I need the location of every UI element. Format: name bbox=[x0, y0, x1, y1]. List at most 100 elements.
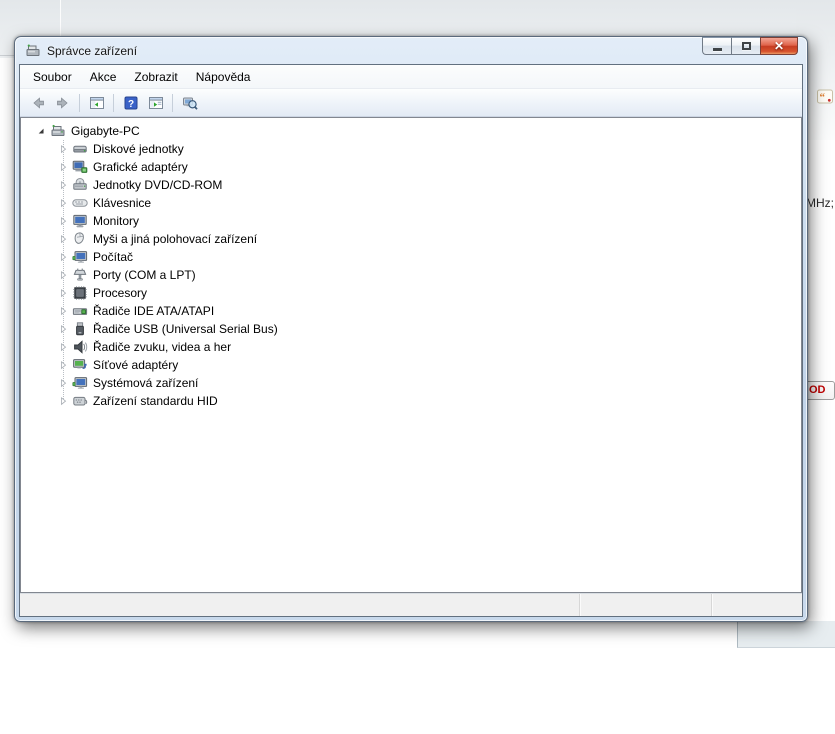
mouse-icon bbox=[72, 231, 88, 247]
status-segment bbox=[711, 594, 802, 616]
expander-collapsed-icon[interactable] bbox=[57, 143, 70, 156]
tree-item-porty-com-a-lpt[interactable]: Porty (COM a LPT) bbox=[21, 266, 801, 284]
scan-hardware-changes-button[interactable] bbox=[177, 91, 202, 114]
sound-controller-icon bbox=[72, 339, 88, 355]
minimize-icon bbox=[712, 47, 722, 51]
tree-item-label: Procesory bbox=[93, 286, 148, 300]
menu-item-soubor[interactable]: Soubor bbox=[24, 66, 81, 88]
svg-text:“: “ bbox=[820, 92, 826, 104]
quote-icon[interactable]: “ bbox=[817, 89, 835, 107]
forward-arrow-icon bbox=[55, 95, 71, 111]
tree-item-label: Zařízení standardu HID bbox=[93, 394, 218, 408]
menu-item-akce[interactable]: Akce bbox=[81, 66, 126, 88]
expander-collapsed-icon[interactable] bbox=[57, 215, 70, 228]
tree-item-radice-zvuku-videa-a-her[interactable]: Řadiče zvuku, videa a her bbox=[21, 338, 801, 356]
background-divider-horizontal bbox=[0, 55, 14, 56]
dvd-drive-icon bbox=[72, 177, 88, 193]
toolbar-separator bbox=[172, 93, 173, 112]
tree-item-label: Jednotky DVD/CD-ROM bbox=[93, 178, 223, 192]
window-controls: ✕ bbox=[702, 37, 798, 55]
expander-collapsed-icon[interactable] bbox=[57, 197, 70, 210]
expander-collapsed-icon[interactable] bbox=[57, 305, 70, 318]
tree-item-graficke-adaptery[interactable]: Grafické adaptéry bbox=[21, 158, 801, 176]
tree-item-monitory[interactable]: Monitory bbox=[21, 212, 801, 230]
background-text-fragment: MHz; bbox=[806, 196, 834, 210]
tree-item-radice-ide-ata-atapi[interactable]: Řadiče IDE ATA/ATAPI bbox=[21, 302, 801, 320]
tree-item-label: Grafické adaptéry bbox=[93, 160, 188, 174]
expander-collapsed-icon[interactable] bbox=[57, 377, 70, 390]
menu-item-zobrazit[interactable]: Zobrazit bbox=[125, 66, 186, 88]
help-button[interactable]: ? bbox=[118, 91, 143, 114]
tree-item-label: Klávesnice bbox=[93, 196, 152, 210]
console-action-icon bbox=[148, 95, 164, 111]
tree-item-label: Počítač bbox=[93, 250, 134, 264]
tree-item-systemova-zarizeni[interactable]: Systémová zařízení bbox=[21, 374, 801, 392]
expander-expanded-icon[interactable] bbox=[35, 125, 48, 138]
help-icon: ? bbox=[123, 95, 139, 111]
titlebar[interactable]: Správce zařízení ✕ bbox=[15, 37, 807, 64]
keyboard-icon bbox=[72, 195, 88, 211]
ide-controller-icon bbox=[72, 303, 88, 319]
expander-collapsed-icon[interactable] bbox=[57, 161, 70, 174]
maximize-button[interactable] bbox=[731, 37, 760, 55]
show-action-pane-button[interactable] bbox=[143, 91, 168, 114]
tree-item-radice-usb-universal-serial-bus[interactable]: Řadiče USB (Universal Serial Bus) bbox=[21, 320, 801, 338]
minimize-button[interactable] bbox=[702, 37, 731, 55]
close-icon: ✕ bbox=[773, 39, 785, 53]
tree-item-label: Porty (COM a LPT) bbox=[93, 268, 196, 282]
expander-collapsed-icon[interactable] bbox=[57, 287, 70, 300]
computer-icon bbox=[50, 123, 66, 139]
device-tree: Gigabyte-PC Diskové jednotky Grafické adap… bbox=[20, 117, 802, 593]
expander-collapsed-icon[interactable] bbox=[57, 179, 70, 192]
tree-item-mysi-a-jina-polohovaci-zarizeni[interactable]: Myši a jiná polohovací zařízení bbox=[21, 230, 801, 248]
processor-icon bbox=[72, 285, 88, 301]
window-title: Správce zařízení bbox=[47, 43, 138, 58]
tree-item-label: Síťové adaptéry bbox=[93, 358, 179, 372]
client-area: Soubor Akce Zobrazit Nápověda ? Gigabyte-PC… bbox=[19, 64, 803, 617]
expander-collapsed-icon[interactable] bbox=[57, 323, 70, 336]
tree-item-diskove-jednotky[interactable]: Diskové jednotky bbox=[21, 140, 801, 158]
toolbar-separator bbox=[113, 93, 114, 112]
scan-hardware-icon bbox=[182, 95, 198, 111]
ports-icon bbox=[72, 267, 88, 283]
tree-item-label: Systémová zařízení bbox=[93, 376, 199, 390]
show-console-tree-button[interactable] bbox=[84, 91, 109, 114]
menu-item-napoveda[interactable]: Nápověda bbox=[187, 66, 260, 88]
disk-drive-icon bbox=[72, 141, 88, 157]
console-tree-icon bbox=[89, 95, 105, 111]
toolbar: ? bbox=[20, 89, 802, 117]
usb-controller-icon bbox=[72, 321, 88, 337]
expander-collapsed-icon[interactable] bbox=[57, 341, 70, 354]
tree-item-zarizeni-standardu-hid[interactable]: Zařízení standardu HID bbox=[21, 392, 801, 410]
svg-text:?: ? bbox=[127, 99, 133, 110]
tree-item-label: Řadiče IDE ATA/ATAPI bbox=[93, 304, 215, 318]
tree-item-label: Monitory bbox=[93, 214, 140, 228]
close-button[interactable]: ✕ bbox=[760, 37, 798, 55]
expander-collapsed-icon[interactable] bbox=[57, 395, 70, 408]
tree-item-label: Myši a jiná polohovací zařízení bbox=[93, 232, 258, 246]
tree-item-pocitac[interactable]: Počítač bbox=[21, 248, 801, 266]
tree-item-label: Gigabyte-PC bbox=[71, 124, 140, 138]
tree-item-gigabyte-pc[interactable]: Gigabyte-PC bbox=[21, 122, 801, 140]
menu-bar: Soubor Akce Zobrazit Nápověda bbox=[20, 65, 802, 89]
display-adapter-icon bbox=[72, 159, 88, 175]
tree-item-sitove-adaptery[interactable]: Síťové adaptéry bbox=[21, 356, 801, 374]
tree-item-procesory[interactable]: Procesory bbox=[21, 284, 801, 302]
system-device-icon bbox=[72, 375, 88, 391]
network-adapter-icon bbox=[72, 357, 88, 373]
forward-button[interactable] bbox=[50, 91, 75, 114]
maximize-icon bbox=[741, 42, 751, 50]
expander-collapsed-icon[interactable] bbox=[57, 269, 70, 282]
toolbar-separator bbox=[79, 93, 80, 112]
back-button[interactable] bbox=[25, 91, 50, 114]
tree-item-klavesnice[interactable]: Klávesnice bbox=[21, 194, 801, 212]
background-corner-panel bbox=[737, 621, 835, 648]
computer-device-icon bbox=[72, 249, 88, 265]
background-divider-vertical bbox=[60, 0, 61, 36]
tree-item-label: Řadiče zvuku, videa a her bbox=[93, 340, 232, 354]
tree-item-jednotky-dvd-cd-rom[interactable]: Jednotky DVD/CD-ROM bbox=[21, 176, 801, 194]
expander-collapsed-icon[interactable] bbox=[57, 359, 70, 372]
expander-collapsed-icon[interactable] bbox=[57, 233, 70, 246]
expander-collapsed-icon[interactable] bbox=[57, 251, 70, 264]
device-manager-icon bbox=[25, 43, 41, 59]
